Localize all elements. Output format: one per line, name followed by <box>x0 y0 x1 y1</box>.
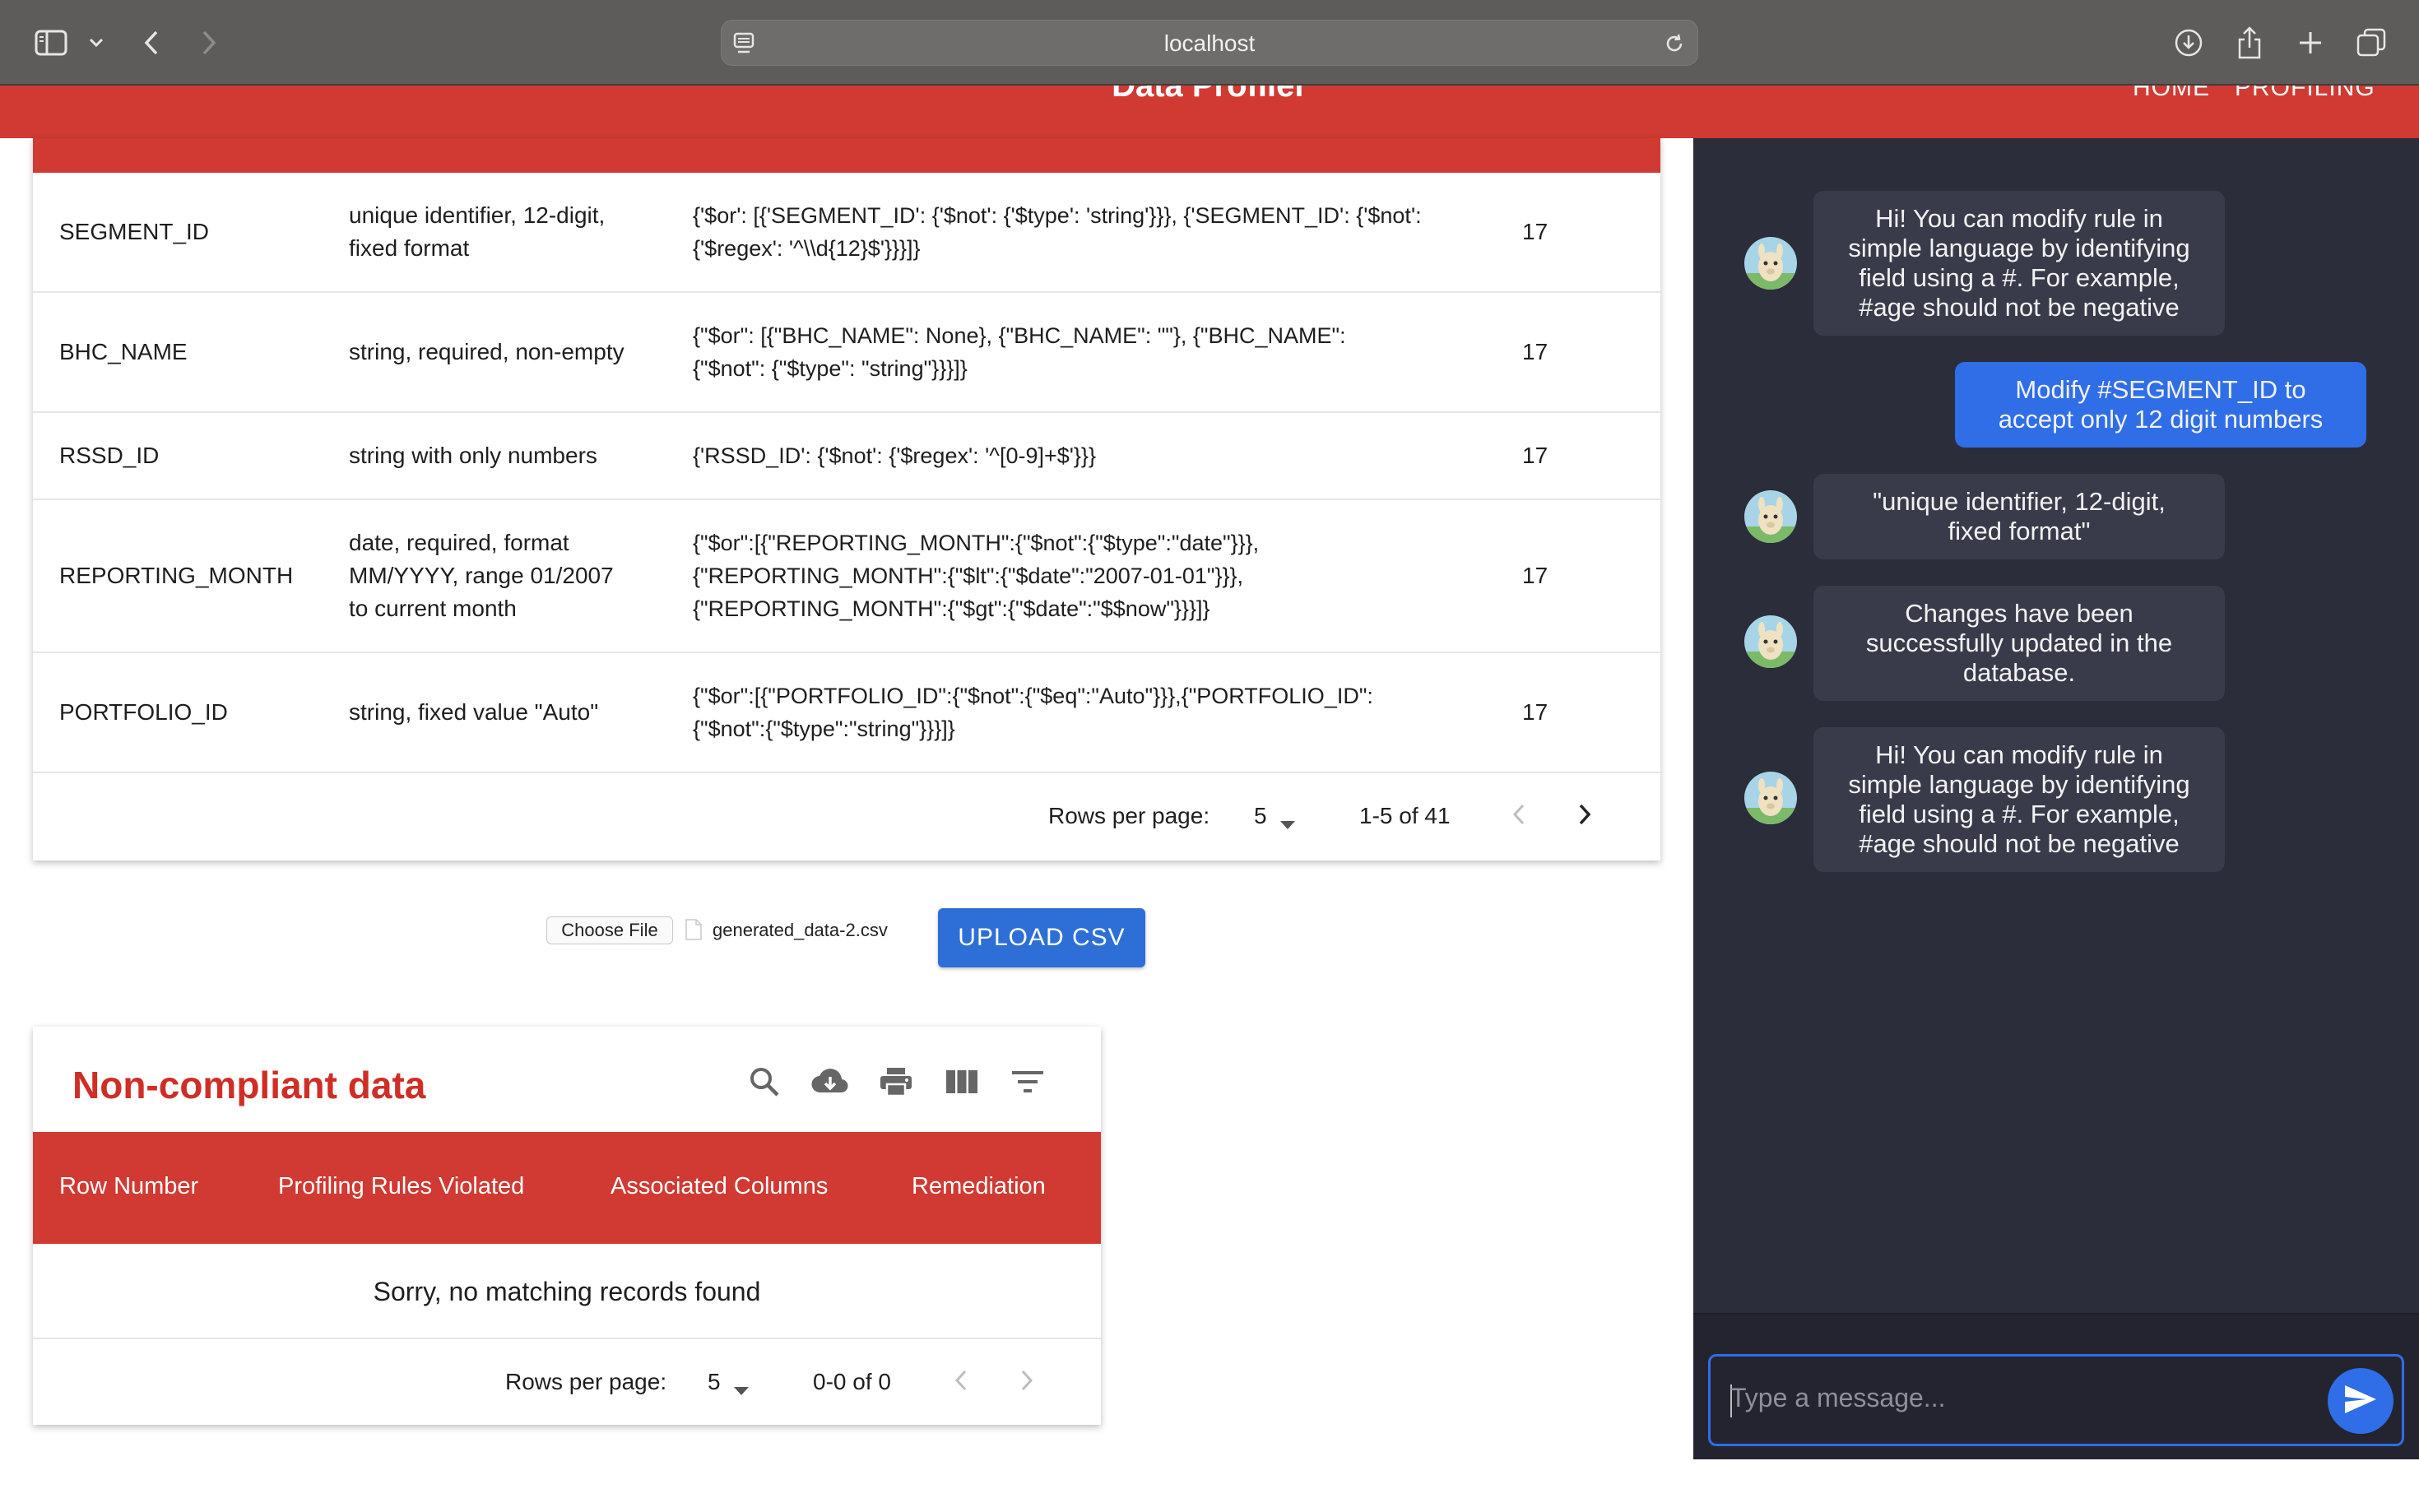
url-text[interactable]: localhost <box>722 21 1697 67</box>
field-name-cell: PORTFOLIO_ID <box>59 699 228 725</box>
bot-avatar <box>1744 237 1797 290</box>
send-button[interactable] <box>2328 1368 2393 1434</box>
forward-icon[interactable] <box>194 21 224 64</box>
rule-cell: {"$or": [{"BHC_NAME": None}, {"BHC_NAME"… <box>693 323 1346 381</box>
share-icon[interactable] <box>2230 21 2269 64</box>
rule-cell: {'RSSD_ID': {'$not': {'$regex': '^[0-9]+… <box>693 443 1096 468</box>
description-cell: date, required, format MM/YYYY, range 01/… <box>349 530 614 621</box>
pagination-range: 0-0 of 0 <box>813 1369 891 1394</box>
count-cell: 17 <box>1522 563 1548 588</box>
file-icon <box>685 918 703 945</box>
upload-csv-button[interactable]: UPLOAD CSV <box>938 908 1145 967</box>
field-name-cell: REPORTING_MONTH <box>59 563 294 588</box>
count-cell: 17 <box>1522 219 1548 244</box>
bot-avatar <box>1744 772 1797 824</box>
next-page-icon[interactable] <box>1576 801 1593 833</box>
count-cell: 17 <box>1522 443 1548 468</box>
chat-panel: Hi! You can modify rule in simple languag… <box>1693 138 2419 1459</box>
downloads-icon[interactable] <box>2169 21 2208 64</box>
app-title: Data Profiler <box>1112 86 1307 104</box>
choose-file-button[interactable]: Choose File <box>546 916 673 944</box>
table-row: SEGMENT_ID unique identifier, 12-digit, f… <box>33 173 1660 293</box>
rows-per-page-label: Rows per page: <box>1048 803 1210 828</box>
rows-per-page-select[interactable]: 5 <box>708 1369 721 1395</box>
previous-page-icon[interactable] <box>1511 801 1527 833</box>
column-header-remediation[interactable]: Remediation <box>912 1173 1046 1200</box>
field-name-cell: SEGMENT_ID <box>59 219 210 244</box>
count-cell: 17 <box>1522 699 1548 725</box>
chat-input-placeholder: Type a message... <box>1730 1383 1946 1412</box>
noncompliant-table-header: Row Number Profiling Rules Violated Asso… <box>33 1132 1101 1244</box>
column-header-rules-violated[interactable]: Profiling Rules Violated <box>278 1173 524 1200</box>
table-row: BHC_NAME string, required, non-empty {"$… <box>33 293 1660 413</box>
bot-avatar <box>1744 615 1797 668</box>
count-cell: 17 <box>1522 339 1548 364</box>
bot-message: "unique identifier, 12-digit, fixed forma… <box>1813 474 2225 559</box>
tab-overview-icon[interactable] <box>2352 21 2391 64</box>
back-icon[interactable] <box>137 21 166 64</box>
description-cell: string, fixed value "Auto" <box>349 699 599 725</box>
field-name-cell: BHC_NAME <box>59 339 188 364</box>
rules-table-header <box>33 138 1660 173</box>
noncompliant-pagination: Rows per page: 5 0-0 of 0 <box>33 1339 1101 1425</box>
download-icon[interactable] <box>811 1063 849 1101</box>
previous-page-icon[interactable] <box>953 1367 969 1399</box>
rows-per-page-select[interactable]: 5 <box>1254 803 1267 829</box>
noncompliant-title: Non-compliant data <box>72 1064 426 1106</box>
address-bar[interactable]: localhost <box>721 20 1698 66</box>
description-cell: string with only numbers <box>349 443 597 468</box>
column-header-associated-columns[interactable]: Associated Columns <box>611 1173 828 1200</box>
chat-composer: Type a message... <box>1693 1313 2419 1459</box>
next-page-icon[interactable] <box>1019 1367 1035 1399</box>
bot-message: Changes have been successfully updated in… <box>1813 586 2225 701</box>
table-row: RSSD_ID string with only numbers {'RSSD_… <box>33 413 1660 500</box>
bot-avatar <box>1744 490 1797 543</box>
nav-profiling-link[interactable]: PROFILING <box>2235 86 2375 102</box>
view-columns-icon[interactable] <box>943 1063 981 1101</box>
send-icon <box>2343 1384 2378 1419</box>
filter-icon[interactable] <box>1009 1063 1047 1101</box>
user-message: Modify #SEGMENT_ID to accept only 12 digi… <box>1955 362 2366 448</box>
bot-message: Hi! You can modify rule in simple languag… <box>1813 727 2225 872</box>
caret-down-icon[interactable] <box>1279 809 1297 836</box>
table-row: REPORTING_MONTH date, required, format MM… <box>33 500 1660 653</box>
pagination-range: 1-5 of 41 <box>1359 803 1451 828</box>
chat-message-input[interactable]: Type a message... <box>1708 1354 2404 1446</box>
new-tab-icon[interactable] <box>2291 21 2330 64</box>
reload-icon[interactable] <box>1663 32 1686 59</box>
rules-table: SEGMENT_ID unique identifier, 12-digit, f… <box>33 138 1660 860</box>
rules-pagination: Rows per page: 5 1-5 of 41 <box>33 773 1660 860</box>
field-name-cell: RSSD_ID <box>59 443 160 468</box>
rule-cell: {"$or":[{"PORTFOLIO_ID":{"$not":{"$eq":"… <box>693 684 1373 741</box>
chevron-down-icon[interactable] <box>86 21 107 64</box>
app-header: Data Profiler HOME PROFILING <box>0 86 2419 138</box>
search-icon[interactable] <box>745 1063 783 1101</box>
rows-per-page-label: Rows per page: <box>505 1369 667 1394</box>
empty-state-message: Sorry, no matching records found <box>33 1244 1101 1339</box>
description-cell: string, required, non-empty <box>349 339 624 364</box>
selected-file-name: generated_data-2.csv <box>713 920 888 940</box>
rule-cell: {'$or': [{'SEGMENT_ID': {'$not': {'$type… <box>693 203 1422 261</box>
sidebar-toggle-icon[interactable] <box>31 21 71 64</box>
bot-message: Hi! You can modify rule in simple languag… <box>1813 191 2225 336</box>
print-icon[interactable] <box>877 1063 915 1101</box>
noncompliant-table: Non-compliant data Row Number Profiling … <box>33 1027 1101 1425</box>
rule-cell: {"$or":[{"REPORTING_MONTH":{"$not":{"$ty… <box>693 531 1260 621</box>
description-cell: unique identifier, 12-digit, fixed format <box>349 202 606 261</box>
table-row: PORTFOLIO_ID string, fixed value "Auto" … <box>33 653 1660 773</box>
column-header-row-number[interactable]: Row Number <box>59 1173 198 1200</box>
nav-home-link[interactable]: HOME <box>2133 86 2210 102</box>
caret-down-icon[interactable] <box>732 1375 750 1402</box>
browser-toolbar: localhost <box>0 0 2419 86</box>
